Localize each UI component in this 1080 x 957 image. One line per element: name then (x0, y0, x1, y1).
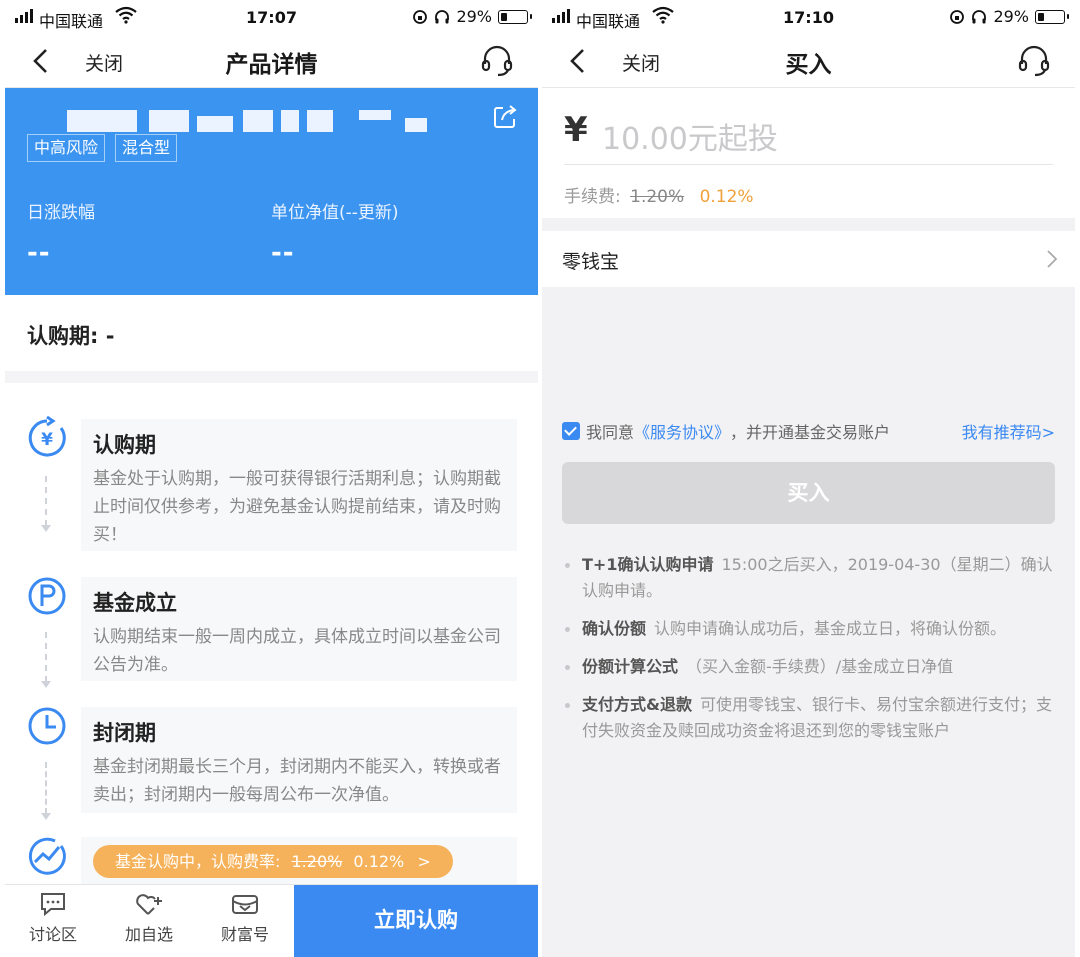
share-icon[interactable] (492, 104, 518, 130)
tab-label: 加自选 (124, 925, 173, 944)
buy-screen: 中国联通 17:10 29% 关闭 买入 ¥ 10.00元起投 手续费: 1.2… (542, 0, 1075, 957)
customer-service-icon[interactable] (480, 44, 514, 78)
timeline-connector (41, 762, 51, 820)
section-divider (5, 371, 538, 383)
service-agreement-link[interactable]: 《服务协议》 (634, 419, 730, 443)
customer-service-icon[interactable] (1017, 44, 1051, 78)
chat-icon (41, 893, 65, 917)
note-title: 确认份额 (582, 619, 647, 638)
step-description: 基金处于认购期，一般可获得银行活期利息；认购期截止时间仅供参考，为避免基金认购提… (93, 469, 501, 545)
step-description: 基金封闭期最长三个月，封闭期内不能买入，转换或者卖出；封闭期内一般每周公布一次净… (93, 757, 501, 805)
step-title: 基金成立 (93, 591, 177, 615)
bottom-action-bar: 讨论区 加自选 财富号 立即认购 (5, 884, 538, 957)
note-title: T+1确认认购申请 (582, 555, 714, 574)
trend-chart-icon (28, 837, 66, 875)
nav-value: -- (271, 238, 295, 268)
agreement-suffix: ，并开通基金交易账户 (730, 423, 891, 442)
tab-label: 财富号 (220, 925, 269, 944)
nav-bar: 关闭 买入 (542, 36, 1075, 88)
currency-symbol: ¥ (564, 110, 588, 150)
payment-method-label: 零钱宝 (562, 251, 620, 273)
fund-type-tag: 混合型 (115, 134, 178, 162)
product-header-card: 中高风险 混合型 日涨跌幅 单位净值(--更新) -- -- (5, 88, 538, 295)
battery-percent: 29% (456, 7, 492, 26)
promo-new-rate: 0.12% (353, 852, 405, 871)
battery-icon (498, 9, 532, 24)
battery-percent: 29% (993, 7, 1029, 26)
fee-new-rate: 0.12% (699, 187, 754, 207)
promo-old-rate: 1.20% (291, 852, 343, 871)
note-title: 份额计算公式 (582, 657, 679, 676)
list-item: T+1确认认购申请 15:00之后买入，2019-04-30（星期二）确认认购申请… (562, 552, 1055, 604)
daily-change-value: -- (27, 238, 51, 268)
timeline-step-closed-period: 封闭期 基金封闭期最长三个月，封闭期内不能买入，转换或者卖出；封闭期内一般每周公… (81, 707, 517, 813)
agreement-checkbox[interactable] (562, 422, 580, 440)
promo-text: 基金认购中，认购费率: (115, 852, 281, 871)
subscription-period: 认购期: - (27, 324, 115, 348)
step-title: 封闭期 (93, 721, 156, 745)
fee-label: 手续费: (564, 187, 621, 207)
risk-tag: 中高风险 (27, 134, 106, 162)
headphones-icon (972, 9, 987, 23)
note-title: 支付方式&退款 (582, 695, 692, 714)
wealth-icon (232, 895, 258, 914)
timeline-connector (41, 632, 51, 688)
step-description: 认购期结束一般一周内成立，具体成立时间以基金公司公告为准。 (93, 627, 501, 675)
fee-line: 手续费: 1.20% 0.12% (564, 182, 754, 207)
purchase-notes: T+1确认认购申请 15:00之后买入，2019-04-30（星期二）确认认购申请… (562, 552, 1055, 756)
heart-plus-icon (136, 894, 162, 915)
list-item: 份额计算公式 （买入金额-手续费）/基金成立日净值 (562, 654, 1055, 680)
note-text: 认购申请确认成功后，基金成立日，将确认份额。 (654, 619, 1007, 638)
battery-icon (1035, 9, 1069, 24)
product-detail-screen: 中国联通 17:07 29% 关闭 产品详情 中高风险 混合型 日涨跌幅 单位净… (5, 0, 538, 957)
daily-change-label: 日涨跌幅 (27, 203, 95, 223)
timeline-connector (41, 476, 51, 532)
list-item: 支付方式&退款 可使用零钱宝、银行卡、易付宝余额进行支付；支付失败资金及赎回成功资… (562, 692, 1055, 744)
tab-discussion[interactable]: 讨论区 (13, 891, 93, 945)
amount-input[interactable]: 10.00元起投 (602, 114, 778, 158)
nav-value-label: 单位净值(--更新) (271, 203, 399, 223)
page-title: 产品详情 (225, 52, 318, 78)
tab-label: 讨论区 (28, 925, 77, 944)
page-title: 买入 (785, 52, 832, 78)
step-title: 认购期 (93, 433, 156, 457)
buy-button[interactable]: 买入 (562, 462, 1055, 524)
agreement-prefix: 我同意 (586, 423, 635, 442)
list-item: 确认份额 认购申请确认成功后，基金成立日，将确认份额。 (562, 616, 1055, 642)
subscribe-now-button[interactable]: 立即认购 (294, 885, 538, 957)
amount-section: ¥ 10.00元起投 手续费: 1.20% 0.12% (542, 88, 1075, 218)
subscription-promo-banner[interactable]: 基金认购中，认购费率: 1.20% 0.12% > (93, 845, 453, 878)
input-underline (564, 164, 1053, 165)
clock-icon (28, 707, 66, 745)
tab-wealth-account[interactable]: 财富号 (205, 891, 285, 945)
chevron-right-icon (1047, 250, 1058, 268)
p-circle-icon (28, 577, 66, 615)
chevron-right-icon: > (417, 852, 431, 871)
rotation-lock-icon (413, 9, 428, 24)
payment-method-row[interactable]: 零钱宝 (542, 231, 1075, 287)
agreement-row: 我同意 《服务协议》 ，并开通基金交易账户 (562, 419, 890, 443)
rotation-lock-icon (950, 9, 965, 24)
nav-bar: 关闭 产品详情 (5, 36, 538, 88)
fund-name-redacted (67, 110, 437, 132)
svg-text:¥: ¥ (41, 430, 53, 450)
yen-cycle-icon: ¥ (28, 416, 66, 457)
timeline-step-establish: 基金成立 认购期结束一般一周内成立，具体成立时间以基金公司公告为准。 (81, 577, 517, 681)
status-bar: 中国联通 17:07 29% (5, 0, 538, 36)
note-text: （买入金额-手续费）/基金成立日净值 (686, 657, 954, 676)
fee-old-rate: 1.20% (630, 187, 685, 207)
status-bar: 中国联通 17:10 29% (542, 0, 1075, 36)
referral-code-link[interactable]: 我有推荐码> (962, 419, 1055, 443)
headphones-icon (435, 9, 450, 23)
tab-add-watchlist[interactable]: 加自选 (109, 891, 189, 945)
timeline-step-subscription: 认购期 基金处于认购期，一般可获得银行活期利息；认购期截止时间仅供参考，为避免基… (81, 419, 517, 551)
